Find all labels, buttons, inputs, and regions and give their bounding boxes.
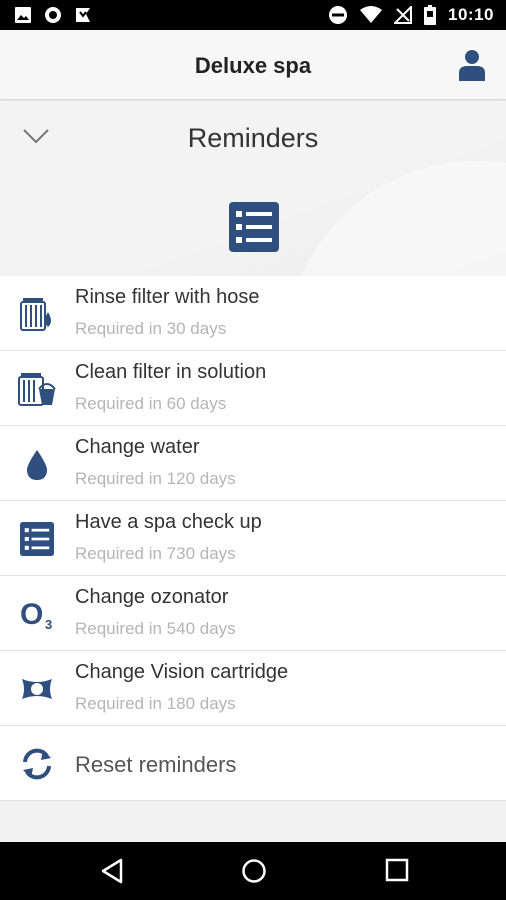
recents-icon[interactable] bbox=[385, 858, 409, 882]
vision-cartridge-icon bbox=[16, 668, 58, 710]
reminder-label: Change Vision cartridge bbox=[75, 661, 289, 683]
reminder-due: Required in 60 days bbox=[75, 394, 227, 413]
image-icon bbox=[15, 7, 31, 23]
reminder-due: Required in 30 days bbox=[75, 319, 227, 338]
reset-reminders-button[interactable]: Reset reminders bbox=[0, 726, 506, 801]
checklist-icon bbox=[229, 202, 279, 252]
reminder-label: Have a spa check up bbox=[75, 511, 262, 533]
list-item[interactable]: Change water Required in 120 days bbox=[0, 426, 506, 501]
app-bar: Deluxe spa bbox=[0, 30, 506, 100]
filter-hose-icon bbox=[16, 293, 58, 335]
clock: 10:10 bbox=[448, 5, 494, 24]
download-flag-icon bbox=[76, 8, 90, 22]
circle-icon bbox=[45, 7, 61, 23]
list-item[interactable]: Clean filter in solution Required in 60 … bbox=[0, 351, 506, 426]
reminder-due: Required in 180 days bbox=[75, 694, 236, 713]
app-title: Deluxe spa bbox=[194, 53, 312, 78]
section-title: Reminders bbox=[187, 123, 319, 153]
reminders-header: Reminders bbox=[0, 101, 506, 276]
refresh-icon bbox=[16, 743, 58, 785]
list-item[interactable]: O 3 Change ozonator Required in 540 days bbox=[0, 576, 506, 651]
reminder-label: Clean filter in solution bbox=[75, 361, 267, 383]
filter-bucket-icon bbox=[16, 368, 58, 410]
reminder-due: Required in 120 days bbox=[75, 469, 236, 488]
status-bar: 10:10 bbox=[0, 0, 506, 30]
reminder-label: Rinse filter with hose bbox=[75, 286, 260, 308]
reminder-due: Required in 540 days bbox=[75, 619, 236, 638]
reminder-due: Required in 730 days bbox=[75, 544, 236, 563]
ozone-icon-letter: O bbox=[20, 598, 43, 631]
footer-space bbox=[0, 801, 506, 842]
list-item[interactable]: Have a spa check up Required in 730 days bbox=[0, 501, 506, 576]
checklist-icon bbox=[16, 518, 58, 560]
home-icon[interactable] bbox=[241, 858, 267, 884]
reset-label: Reset reminders bbox=[75, 752, 237, 777]
ozone-icon-subscript: 3 bbox=[45, 617, 52, 632]
list-item[interactable]: Rinse filter with hose Required in 30 da… bbox=[0, 276, 506, 351]
water-drop-icon bbox=[16, 443, 58, 485]
list-item[interactable]: Change Vision cartridge Required in 180 … bbox=[0, 651, 506, 726]
navigation-bar bbox=[0, 842, 506, 900]
person-icon[interactable] bbox=[458, 49, 486, 81]
no-signal-icon bbox=[394, 6, 413, 24]
wifi-icon bbox=[360, 6, 383, 23]
do-not-disturb-icon bbox=[329, 6, 348, 24]
ozone-icon: O 3 bbox=[16, 593, 58, 635]
reminder-label: Change water bbox=[75, 436, 200, 458]
back-icon[interactable] bbox=[100, 858, 124, 884]
battery-icon bbox=[424, 5, 437, 25]
reminder-label: Change ozonator bbox=[75, 586, 229, 608]
reminder-list: Rinse filter with hose Required in 30 da… bbox=[0, 276, 506, 801]
